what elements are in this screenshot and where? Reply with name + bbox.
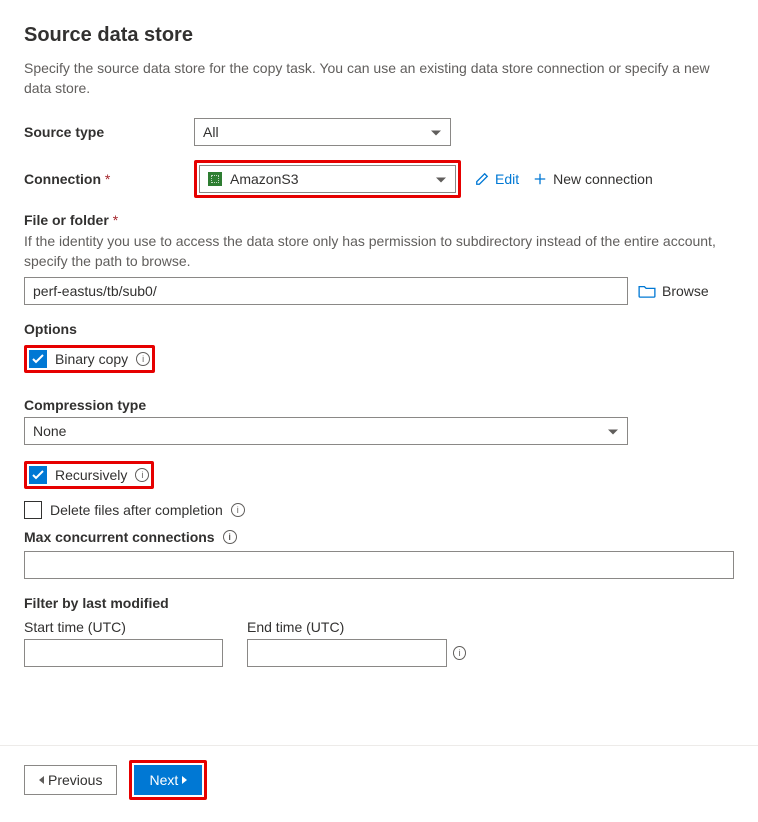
page-title: Source data store: [24, 24, 734, 47]
connection-label: Connection *: [24, 171, 194, 187]
edit-button[interactable]: Edit: [475, 171, 519, 187]
next-button[interactable]: Next: [134, 765, 202, 795]
connection-select[interactable]: AmazonS3: [199, 165, 456, 193]
delete-after-label: Delete files after completion: [50, 502, 223, 518]
folder-icon: [638, 284, 656, 298]
new-connection-button[interactable]: New connection: [533, 171, 653, 187]
options-label: Options: [24, 321, 734, 337]
check-icon: [32, 354, 44, 364]
info-icon[interactable]: i: [231, 503, 245, 517]
previous-button[interactable]: Previous: [24, 765, 117, 795]
end-time-label: End time (UTC): [247, 619, 466, 635]
compression-select[interactable]: None: [24, 417, 628, 445]
compression-value: None: [33, 423, 66, 439]
delete-after-checkbox[interactable]: [24, 501, 42, 519]
file-folder-label: File or folder *: [24, 212, 734, 228]
recursively-label: Recursively: [55, 467, 127, 483]
source-type-value: All: [203, 124, 219, 140]
pencil-icon: [475, 172, 489, 186]
compression-label: Compression type: [24, 397, 734, 413]
info-icon[interactable]: i: [135, 468, 149, 482]
chevron-left-icon: [39, 776, 44, 784]
info-icon[interactable]: i: [136, 352, 150, 366]
binary-copy-checkbox[interactable]: [29, 350, 47, 368]
connection-value: AmazonS3: [230, 171, 298, 187]
check-icon: [32, 470, 44, 480]
max-conn-label: Max concurrent connections: [24, 529, 215, 545]
recursively-checkbox[interactable]: [29, 466, 47, 484]
info-icon[interactable]: i: [453, 646, 466, 660]
file-folder-help: If the identity you use to access the da…: [24, 232, 734, 271]
source-type-label: Source type: [24, 124, 194, 140]
page-subtitle: Specify the source data store for the co…: [24, 59, 734, 98]
browse-button[interactable]: Browse: [638, 283, 709, 299]
chevron-right-icon: [182, 776, 187, 784]
max-conn-input[interactable]: [24, 551, 734, 579]
binary-copy-label: Binary copy: [55, 351, 128, 367]
filter-label: Filter by last modified: [24, 595, 734, 611]
plus-icon: [533, 172, 547, 186]
file-folder-input[interactable]: [24, 277, 628, 305]
start-time-input[interactable]: [24, 639, 223, 667]
source-type-select[interactable]: All: [194, 118, 451, 146]
amazons3-icon: [208, 172, 222, 186]
info-icon[interactable]: i: [223, 530, 237, 544]
start-time-label: Start time (UTC): [24, 619, 223, 635]
end-time-input[interactable]: [247, 639, 447, 667]
